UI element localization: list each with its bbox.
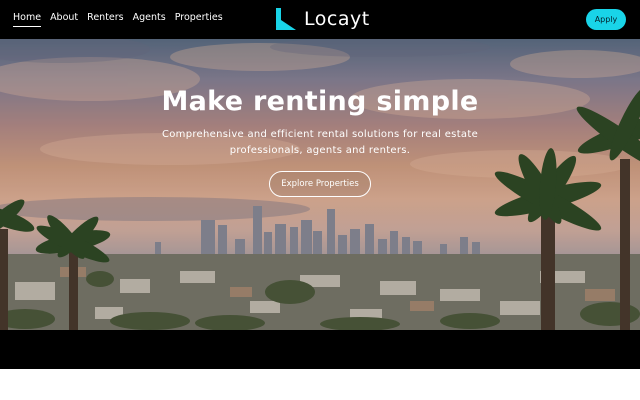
apply-button[interactable]: Apply xyxy=(586,9,626,30)
nav-link-about[interactable]: About xyxy=(50,12,78,27)
main-nav: Home About Renters Agents Properties xyxy=(13,12,232,27)
nav-link-home[interactable]: Home xyxy=(13,12,42,27)
nav-link-agents[interactable]: Agents xyxy=(133,12,166,27)
nav-link-properties[interactable]: Properties xyxy=(175,12,223,27)
locayt-logo-icon xyxy=(275,7,297,31)
nav-link-renters[interactable]: Renters xyxy=(87,12,123,27)
content-area xyxy=(0,369,640,400)
explore-properties-button[interactable]: Explore Properties xyxy=(269,171,371,197)
brand-logo[interactable]: Locayt xyxy=(275,7,370,31)
top-navbar: Home About Renters Agents Properties Loc… xyxy=(0,0,640,39)
brand-name: Locayt xyxy=(304,8,370,30)
dark-divider-band xyxy=(0,330,640,369)
hero-section: Make renting simple Comprehensive and ef… xyxy=(0,39,640,330)
hero-title: Make renting simple xyxy=(161,86,479,117)
hero-subtitle: Comprehensive and efficient rental solut… xyxy=(161,129,479,156)
